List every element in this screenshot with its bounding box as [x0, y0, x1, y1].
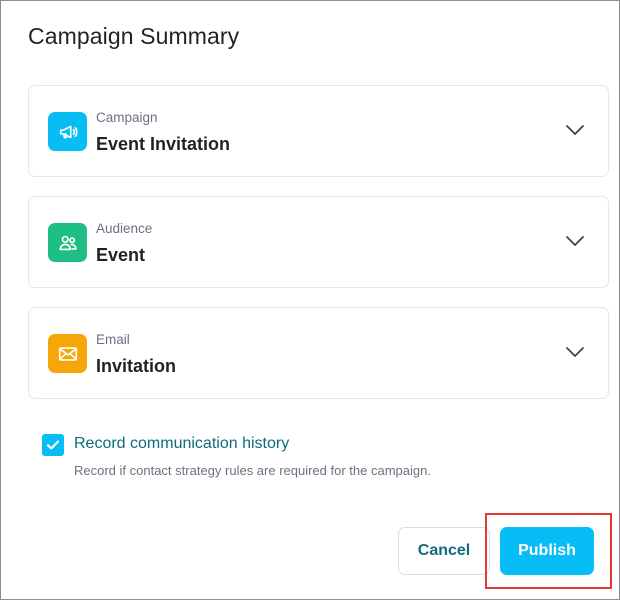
audience-card-value: Event [96, 245, 146, 265]
record-history-checkbox[interactable] [42, 434, 64, 456]
chevron-down-icon[interactable] [565, 345, 585, 359]
envelope-icon [48, 334, 87, 373]
email-card-value: Invitation [96, 356, 176, 376]
publish-button[interactable]: Publish [500, 527, 594, 575]
audience-card-label: Audience [96, 221, 153, 236]
chevron-down-icon[interactable] [565, 123, 585, 137]
campaign-card-label: Campaign [96, 110, 158, 125]
campaign-card[interactable]: Campaign Event Invitation [28, 85, 609, 177]
checkmark-icon [46, 440, 60, 450]
email-card[interactable]: Email Invitation [28, 307, 609, 399]
campaign-summary-dialog: Campaign Summary Campaign Event Invitati… [0, 0, 620, 600]
record-history-help-text: Record if contact strategy rules are req… [74, 463, 431, 478]
email-card-label: Email [96, 332, 130, 347]
record-history-label[interactable]: Record communication history [74, 435, 289, 453]
people-icon [48, 223, 87, 262]
chevron-down-icon[interactable] [565, 234, 585, 248]
audience-card[interactable]: Audience Event [28, 196, 609, 288]
campaign-card-value: Event Invitation [96, 134, 231, 154]
megaphone-icon [48, 112, 87, 151]
dialog-title: Campaign Summary [28, 23, 240, 49]
cancel-button[interactable]: Cancel [398, 527, 490, 575]
